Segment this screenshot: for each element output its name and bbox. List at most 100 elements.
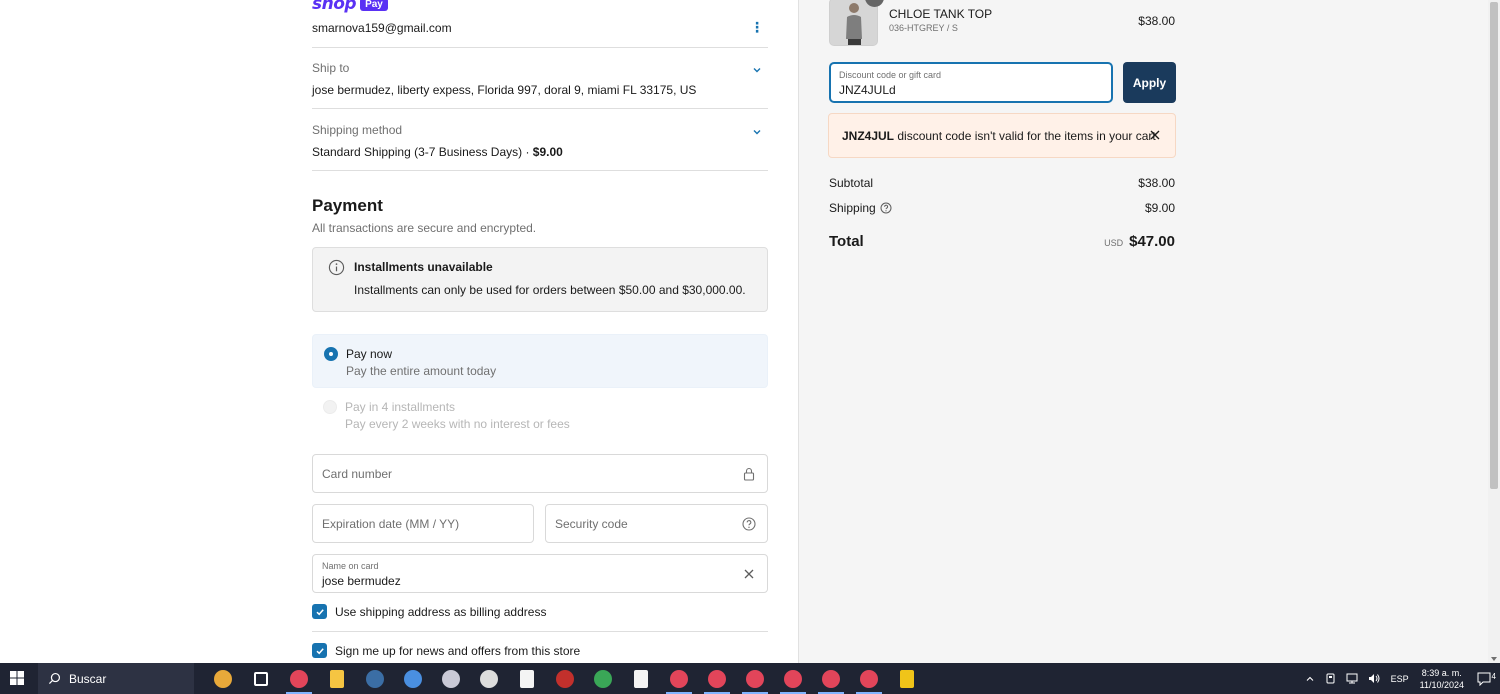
- name-on-card-field[interactable]: Name on card jose bermudez: [312, 554, 768, 593]
- chrome-icon[interactable]: [584, 663, 622, 694]
- expiration-input[interactable]: [313, 505, 533, 542]
- app-circle-icon[interactable]: [432, 663, 470, 694]
- newsletter-checkbox[interactable]: [312, 643, 327, 658]
- browser-profile-icon-7-glyph: [860, 669, 878, 688]
- pay-now-subtitle: Pay the entire amount today: [346, 364, 497, 378]
- product-name: CHLOE TANK TOP: [889, 7, 993, 21]
- widgets-icon[interactable]: [204, 663, 242, 694]
- billing-same-label: Use shipping address as billing address: [335, 604, 547, 619]
- sticky-notes-icon[interactable]: [888, 663, 926, 694]
- order-summary: 1 CHLOE TANK TOP 036-HTGREY / S $38.00 D…: [798, 0, 1500, 663]
- installments-notice: Installments unavailable Installments ca…: [312, 247, 768, 312]
- browser-profile-icon-3[interactable]: [698, 663, 736, 694]
- browser-profile-icon-glyph: [290, 669, 308, 688]
- browser-profile-icon-2-glyph: [670, 669, 688, 688]
- chevron-down-icon[interactable]: [748, 123, 766, 141]
- browser-profile-icon-2[interactable]: [660, 663, 698, 694]
- pay-now-title: Pay now: [346, 347, 393, 361]
- pay-installments-option[interactable]: Pay in 4 installments Pay every 2 weeks …: [312, 388, 768, 442]
- taskbar-search[interactable]: Buscar: [38, 663, 194, 694]
- language-indicator[interactable]: ESP: [1386, 674, 1414, 684]
- scrollbar-thumb[interactable]: [1490, 2, 1498, 489]
- security-code-field: [545, 504, 768, 543]
- volume-icon[interactable]: [1363, 673, 1386, 684]
- product-variant: 036-HTGREY / S: [889, 23, 958, 33]
- total-currency: USD: [1104, 238, 1124, 248]
- expiration-field: [312, 504, 534, 543]
- kebab-icon[interactable]: ⋮: [750, 20, 764, 34]
- task-view-icon-glyph: [254, 671, 268, 686]
- discount-field[interactable]: Discount code or gift card JNZ4JULd: [829, 62, 1113, 103]
- payment-subtitle: All transactions are secure and encrypte…: [312, 221, 537, 235]
- ship-to-value: jose bermudez, liberty expess, Florida 9…: [312, 83, 697, 97]
- browser-profile-icon-6[interactable]: [812, 663, 850, 694]
- app-a-icon[interactable]: [470, 663, 508, 694]
- checkout-main: shop Pay smarnova159@gmail.com ⋮ Ship to…: [0, 0, 798, 663]
- app-red-icon[interactable]: [546, 663, 584, 694]
- shipping-method-label: Shipping method: [312, 123, 403, 137]
- subtotal-label: Subtotal: [829, 176, 874, 190]
- shipping-method-name: Standard Shipping (3-7 Business Days): [312, 145, 523, 159]
- browser-profile-icon[interactable]: [280, 663, 318, 694]
- discount-error-code: JNZ4JUL: [842, 129, 895, 143]
- document-icon-glyph: [520, 669, 534, 688]
- app-globe-icon[interactable]: [394, 663, 432, 694]
- ship-to-label: Ship to: [312, 61, 350, 75]
- security-code-input[interactable]: [546, 505, 767, 542]
- discount-input[interactable]: JNZ4JULd: [839, 83, 896, 97]
- browser-profile-icon-7[interactable]: [850, 663, 888, 694]
- clear-icon[interactable]: [742, 567, 756, 581]
- scroll-down-arrow-icon[interactable]: [1491, 657, 1497, 661]
- clock-time: 8:39 a. m.: [1421, 667, 1462, 678]
- total-label: Total: [829, 233, 864, 250]
- usb-icon[interactable]: [1320, 673, 1341, 684]
- discount-error-message: discount code isn't valid for the items …: [894, 129, 1156, 143]
- total-value-group: USD $47.00: [1104, 233, 1175, 250]
- notice-body: Installments can only be used for orders…: [354, 283, 746, 297]
- pay-now-option[interactable]: Pay now Pay the entire amount today: [312, 334, 768, 388]
- shipping-method-section: Shipping method Standard Shipping (3-7 B…: [312, 123, 768, 171]
- browser-profile-icon-5[interactable]: [774, 663, 812, 694]
- billing-same-checkbox[interactable]: [312, 604, 327, 619]
- browser-profile-icon-6-glyph: [822, 669, 840, 688]
- chevron-up-icon[interactable]: [1300, 674, 1320, 684]
- app-a-icon-glyph: [480, 669, 498, 688]
- name-on-card-value[interactable]: jose bermudez: [322, 574, 401, 588]
- file-explorer-icon[interactable]: [318, 663, 356, 694]
- chevron-down-icon[interactable]: [748, 61, 766, 79]
- shop-pay-word: shop: [312, 0, 357, 14]
- notifications-button[interactable]: 4: [1470, 672, 1500, 686]
- app-circle-icon-glyph: [442, 669, 460, 688]
- close-icon[interactable]: [1149, 129, 1161, 141]
- billing-same-row: Use shipping address as billing address: [312, 604, 546, 619]
- document-icon[interactable]: [508, 663, 546, 694]
- taskbar: Buscar ESP 8:39 a. m. 11/10/2024 4: [0, 663, 1500, 694]
- shipping-label-group: Shipping: [829, 201, 892, 215]
- browser-profile-icon-4[interactable]: [736, 663, 774, 694]
- file-explorer-icon-glyph: [330, 669, 344, 688]
- checkmark-icon: [315, 647, 324, 654]
- network-icon[interactable]: [1341, 673, 1363, 684]
- clock[interactable]: 8:39 a. m. 11/10/2024: [1414, 667, 1470, 691]
- card-number-input[interactable]: [313, 455, 767, 492]
- task-view-icon[interactable]: [242, 663, 280, 694]
- browser-profile-icon-4-glyph: [746, 669, 764, 688]
- document-icon-2-glyph: [634, 669, 648, 688]
- checkout-page: shop Pay smarnova159@gmail.com ⋮ Ship to…: [0, 0, 1500, 663]
- windows-start-icon[interactable]: [10, 671, 24, 685]
- apply-button[interactable]: Apply: [1123, 62, 1176, 103]
- payment-title: Payment: [312, 196, 383, 215]
- notice-title: Installments unavailable: [354, 260, 493, 274]
- pay-installments-radio[interactable]: [323, 400, 337, 414]
- subtotal-value: $38.00: [1138, 176, 1175, 190]
- scrollbar[interactable]: [1488, 0, 1500, 663]
- notification-count: 4: [1491, 671, 1496, 681]
- help-circle-icon[interactable]: [880, 202, 892, 214]
- shipping-method-separator: ·: [522, 145, 533, 159]
- document-icon-2[interactable]: [622, 663, 660, 694]
- steam-icon[interactable]: [356, 663, 394, 694]
- pay-now-radio[interactable]: [324, 347, 338, 361]
- contact-email: smarnova159@gmail.com: [312, 21, 452, 35]
- help-circle-icon[interactable]: [742, 517, 756, 531]
- clock-date: 11/10/2024: [1419, 679, 1464, 690]
